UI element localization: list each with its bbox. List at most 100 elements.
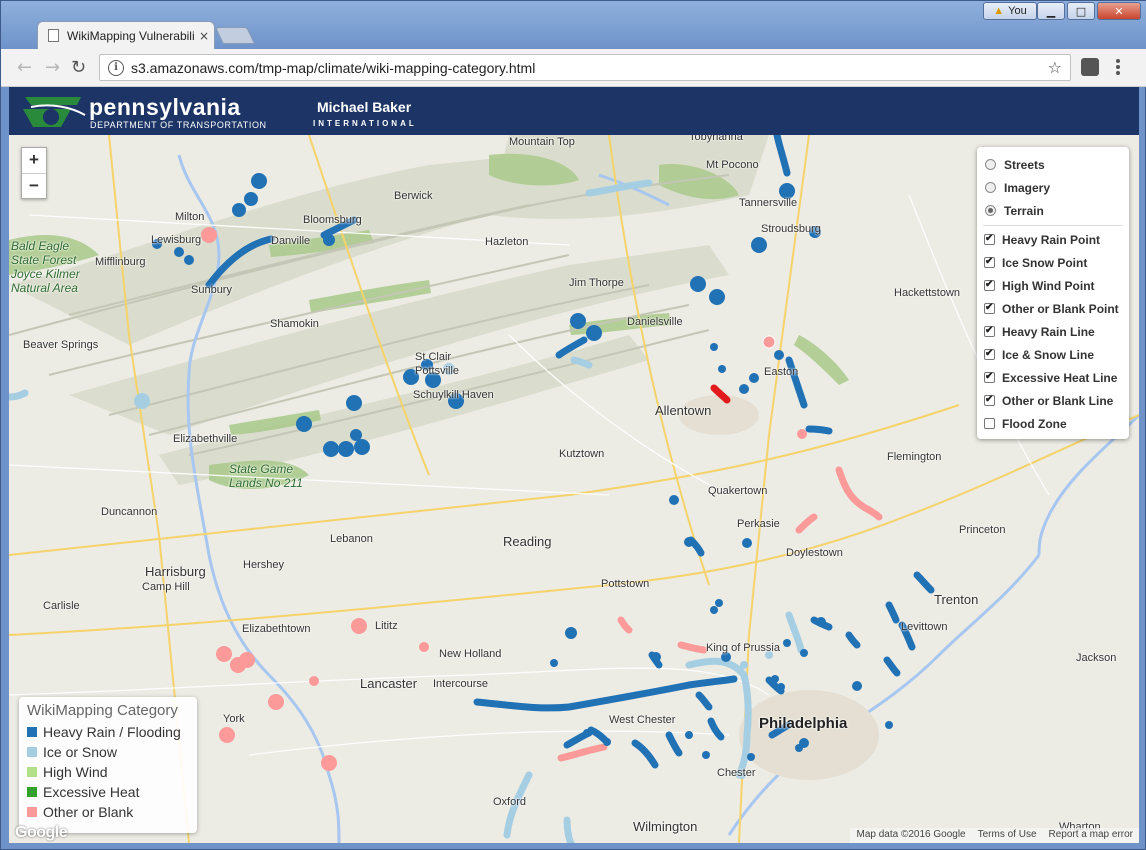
overlay-other-line[interactable]: Other or Blank Line [983, 389, 1123, 412]
zoom-in-button[interactable]: + [22, 148, 46, 173]
map-canvas[interactable]: Philadelphia Allentown Harrisburg Lancas… [9, 135, 1139, 843]
place-label-hackettstown: Hackettstown [894, 287, 961, 299]
place-label-lancaster: Lancaster [360, 676, 418, 691]
back-icon[interactable]: ← [17, 57, 32, 78]
overlay-ice-snow-point[interactable]: Ice Snow Point [983, 251, 1123, 274]
url-text: s3.amazonaws.com/tmp-map/climate/wiki-ma… [131, 59, 536, 76]
map-data-credit: Map data ©2016 Google [856, 829, 966, 840]
place-label-perkasie: Perkasie [737, 518, 780, 530]
penndot-subtitle: DEPARTMENT OF TRANSPORTATION [90, 120, 267, 130]
minimize-icon[interactable]: ▁ [1037, 2, 1065, 20]
new-tab-button[interactable] [215, 27, 255, 44]
place-label-milton: Milton [175, 211, 205, 223]
place-label-lititz: Lititz [375, 620, 398, 632]
place-label-chester: Chester [717, 767, 756, 779]
overlay-other-point[interactable]: Other or Blank Point [983, 297, 1123, 320]
checkbox[interactable] [984, 371, 995, 383]
report-error-link[interactable]: Report a map error [1049, 829, 1133, 842]
extension-icon[interactable] [1081, 58, 1099, 76]
checkbox[interactable] [984, 418, 995, 429]
place-label-state-forest: Bald Eagle State Forest Joyce Kilmer Nat… [11, 239, 80, 295]
place-label-wilmington: Wilmington [633, 819, 698, 834]
layer-separator [983, 225, 1123, 226]
map-legend: WikiMapping Category Heavy Rain / Floodi… [19, 697, 197, 833]
place-label-lebanon: Lebanon [330, 533, 373, 545]
legend-label: Ice or Snow [43, 744, 117, 760]
overlay-label: Excessive Heat Line [1002, 370, 1118, 385]
basemap-option-terrain[interactable]: Terrain [983, 199, 1123, 222]
place-label-tobyhanna: Tobyhanna [689, 135, 743, 143]
overlay-heavy-rain-line[interactable]: Heavy Rain Line [983, 320, 1123, 343]
profile-button[interactable]: ▲ You [983, 2, 1037, 20]
address-bar[interactable]: i s3.amazonaws.com/tmp-map/climate/wiki-… [99, 54, 1071, 81]
place-label-danielsville: Danielsville [627, 316, 683, 328]
forward-icon[interactable]: → [45, 57, 60, 78]
maximize-icon[interactable]: □ [1067, 2, 1095, 20]
place-label-new-holland: New Holland [439, 648, 502, 660]
overlay-label: Ice & Snow Line [1002, 347, 1095, 362]
info-icon[interactable]: i [108, 59, 124, 76]
browser-window: WikiMapping Vulnerabili × ▲ You ▁ □ ✕ ← … [0, 0, 1146, 850]
zoom-out-button[interactable]: − [22, 173, 46, 198]
place-label-elizabethville: Elizabethville [173, 433, 238, 445]
basemap-option-streets[interactable]: Streets [983, 153, 1123, 176]
place-label-hershey: Hershey [243, 559, 284, 571]
menu-icon[interactable] [1116, 59, 1120, 75]
place-label-mifflinburg: Mifflinburg [95, 256, 146, 268]
place-label-berwick: Berwick [394, 190, 433, 202]
place-label-jackson: Jackson [1076, 652, 1117, 664]
tab-close-icon[interactable]: × [199, 29, 209, 43]
terms-link[interactable]: Terms of Use [978, 829, 1037, 842]
reload-icon[interactable]: ↻ [71, 57, 86, 78]
place-label-sunbury: Sunbury [191, 284, 232, 296]
close-window-icon[interactable]: ✕ [1097, 2, 1141, 20]
google-logo[interactable]: Google [15, 824, 68, 842]
overlay-label: High Wind Point [1002, 278, 1095, 293]
pennsylvania-logo-text: pennsylvania [89, 94, 241, 120]
page-header: pennsylvania DEPARTMENT OF TRANSPORTATIO… [9, 87, 1139, 135]
legend-item: Excessive Heat [27, 782, 189, 802]
legend-item: Ice or Snow [27, 742, 189, 762]
window-controls: ▁ □ ✕ [1037, 2, 1141, 20]
place-label-duncannon: Duncannon [101, 506, 158, 518]
overlay-high-wind-point[interactable]: High Wind Point [983, 274, 1123, 297]
browser-tab[interactable]: WikiMapping Vulnerabili × [37, 21, 215, 49]
overlay-flood-zone[interactable]: Flood Zone [983, 412, 1123, 435]
checkbox[interactable] [984, 279, 995, 291]
place-label-beaver-springs: Beaver Springs [23, 339, 99, 351]
checkbox[interactable] [984, 256, 995, 268]
place-label-elizabethtown: Elizabethtown [242, 623, 311, 635]
basemap-label: Imagery [1004, 180, 1051, 195]
overlay-heavy-rain-point[interactable]: Heavy Rain Point [983, 228, 1123, 251]
checkbox[interactable] [984, 394, 995, 406]
place-label-bloomsburg: Bloomsburg [303, 214, 362, 226]
place-label-lewisburg: Lewisburg [151, 234, 202, 246]
legend-label: Heavy Rain / Flooding [43, 724, 181, 740]
checkbox[interactable] [984, 302, 995, 314]
overlay-excessive-heat-line[interactable]: Excessive Heat Line [983, 366, 1123, 389]
legend-swatch [27, 807, 37, 817]
place-label-hazleton: Hazleton [485, 236, 529, 248]
radio-imagery[interactable] [985, 182, 996, 193]
place-label-pottsville: Pottsville [415, 365, 460, 377]
place-label-quakertown: Quakertown [708, 485, 768, 497]
bookmark-star-icon[interactable]: ☆ [1048, 58, 1062, 77]
place-label-jim-thorpe: Jim Thorpe [569, 277, 624, 289]
radio-terrain[interactable] [985, 205, 996, 216]
overlay-label: Other or Blank Point [1002, 301, 1119, 316]
basemap-option-imagery[interactable]: Imagery [983, 176, 1123, 199]
title-bar: WikiMapping Vulnerabili × ▲ You ▁ □ ✕ [1, 1, 1146, 49]
overlay-ice-snow-line[interactable]: Ice & Snow Line [983, 343, 1123, 366]
place-label-oxford: Oxford [493, 796, 527, 808]
place-label-shamokin: Shamokin [270, 318, 319, 330]
warning-icon: ▲ [993, 5, 1005, 17]
place-label-camp-hill: Camp Hill [142, 581, 190, 593]
radio-streets[interactable] [985, 159, 996, 170]
checkbox[interactable] [984, 325, 995, 337]
legend-label: Other or Blank [43, 804, 134, 820]
checkbox[interactable] [984, 233, 995, 245]
legend-label: High Wind [43, 764, 108, 780]
zoom-control: + − [21, 147, 47, 199]
place-label-state-game-lands: State Game Lands No 211 [229, 462, 303, 490]
checkbox[interactable] [984, 348, 995, 360]
